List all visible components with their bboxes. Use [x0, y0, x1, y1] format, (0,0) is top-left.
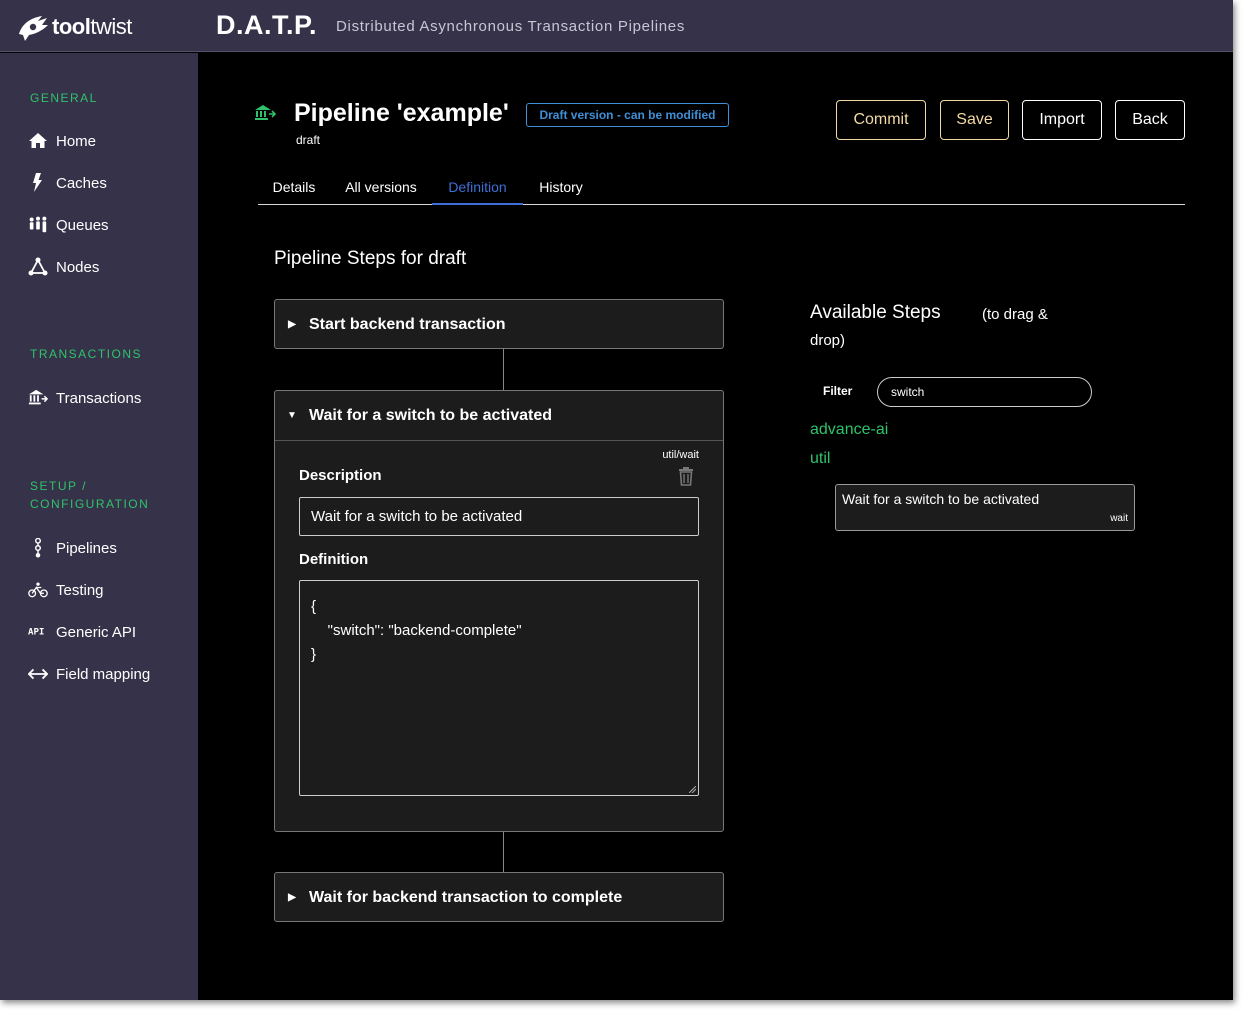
sidebar-item-testing[interactable]: Testing: [28, 580, 104, 600]
sidebar-item-pipelines[interactable]: Pipelines: [28, 538, 117, 558]
sidebar-item-label: Nodes: [56, 258, 100, 276]
sidebar-item-generic-api[interactable]: API Generic API: [28, 622, 136, 642]
home-icon: [28, 131, 52, 151]
app-window: tooltwist D.A.T.P. Distributed Asynchron…: [0, 0, 1233, 1000]
definition-text: { "switch": "backend-complete" }: [311, 598, 522, 663]
pipeline-steps-title: Pipeline Steps for draft: [274, 248, 467, 269]
bank-icon: [28, 388, 52, 408]
step-body: util/wait Description Wait for a switch …: [275, 440, 723, 831]
logo-text: tooltwist: [52, 14, 132, 40]
step-label: Wait for a switch to be activated: [309, 406, 553, 424]
page-title: Pipeline 'example': [294, 99, 509, 127]
lightning-icon: [28, 173, 52, 193]
tooltwist-logo[interactable]: tooltwist: [16, 12, 132, 42]
available-steps-title: Available Steps: [810, 302, 941, 323]
trash-icon[interactable]: [677, 466, 695, 486]
sidebar-item-caches[interactable]: Caches: [28, 173, 107, 193]
step-header[interactable]: ▶ Wait for backend transaction to comple…: [275, 873, 723, 922]
tab-history[interactable]: History: [528, 172, 594, 205]
sidebar-item-label: Caches: [56, 174, 107, 192]
tooltwist-logo-icon: [19, 16, 48, 41]
page-subtitle: draft: [296, 133, 321, 147]
sidebar-section-general: GENERAL: [30, 91, 98, 105]
sidebar-section-transactions: TRANSACTIONS: [30, 347, 143, 361]
step-label: Start backend transaction: [309, 315, 506, 333]
description-label: Description: [299, 467, 382, 484]
tab-definition[interactable]: Definition: [432, 172, 523, 205]
svg-text:API: API: [28, 628, 44, 638]
caret-down-icon: ▼: [287, 410, 297, 421]
logo-text-light: twist: [90, 14, 132, 39]
logo-text-bold: tool: [52, 14, 91, 39]
sidebar-item-label: Transactions: [56, 389, 142, 407]
available-step-label: Wait for a switch to be activated: [842, 491, 1040, 507]
available-steps-hint-cont: drop): [810, 332, 846, 349]
step-label: Wait for backend transaction to complete: [309, 888, 623, 906]
arrows-horizontal-icon: [28, 664, 52, 684]
top-bar: tooltwist D.A.T.P. Distributed Asynchron…: [0, 0, 1233, 52]
sidebar-item-nodes[interactable]: Nodes: [28, 257, 99, 277]
caret-right-icon: ▶: [288, 319, 296, 330]
available-step-card[interactable]: Wait for a switch to be activated wait: [835, 484, 1135, 531]
pipeline-bank-icon: [255, 105, 276, 120]
sidebar-item-transactions[interactable]: Transactions: [28, 388, 141, 408]
available-step-type: wait: [1110, 513, 1128, 524]
step-header[interactable]: ▼ Wait for a switch to be activated: [275, 391, 723, 440]
back-button[interactable]: Back: [1115, 100, 1185, 140]
step-connector: [503, 832, 504, 873]
sidebar-item-label: Queues: [56, 216, 109, 234]
app-subtitle: Distributed Asynchronous Transaction Pip…: [336, 18, 686, 35]
definition-label: Definition: [299, 551, 369, 568]
category-advance-ai[interactable]: advance-ai: [810, 421, 888, 439]
step-connector: [503, 349, 504, 390]
pipeline-step-expanded: ▼ Wait for a switch to be activated util…: [274, 390, 724, 832]
sidebar-section-setup-line1: SETUP /: [30, 479, 87, 493]
sidebar-item-queues[interactable]: Queues: [28, 215, 109, 235]
tab-details[interactable]: Details: [258, 172, 330, 205]
sidebar-item-label: Field mapping: [56, 665, 151, 683]
resize-grip-icon[interactable]: [689, 786, 696, 793]
pipeline-step: ▶ Start backend transaction: [274, 299, 724, 349]
sidebar-item-field-mapping[interactable]: Field mapping: [28, 664, 150, 684]
sidebar-section-setup-line2: CONFIGURATION: [30, 497, 150, 511]
sidebar-item-label: Home: [56, 132, 97, 150]
caret-right-icon: ▶: [288, 892, 296, 903]
tab-bar: Details All versions Definition History: [258, 172, 1185, 205]
pipeline-icon: [28, 538, 52, 558]
bicycle-icon: [28, 580, 52, 600]
import-button[interactable]: Import: [1022, 100, 1102, 140]
sidebar-item-label: Pipelines: [56, 539, 117, 557]
sidebar-item-label: Testing: [56, 581, 104, 599]
sidebar-item-home[interactable]: Home: [28, 131, 96, 151]
description-field[interactable]: Wait for a switch to be activated: [299, 497, 699, 536]
tab-all-versions[interactable]: All versions: [336, 172, 426, 205]
sidebar-section-setup: SETUP / CONFIGURATION: [30, 477, 149, 513]
status-badge: Draft version - can be modified: [526, 103, 729, 127]
definition-textarea[interactable]: { "switch": "backend-complete" }: [299, 580, 699, 796]
pipeline-step: ▶ Wait for backend transaction to comple…: [274, 872, 724, 922]
sidebar: GENERAL Home Caches Queues Nodes TRANSAC…: [0, 53, 198, 1000]
sidebar-item-label: Generic API: [56, 623, 137, 641]
available-steps-hint: (to drag &: [982, 306, 1048, 323]
app-title: D.A.T.P.: [216, 10, 318, 40]
save-button[interactable]: Save: [940, 100, 1009, 140]
category-util[interactable]: util: [810, 450, 830, 468]
step-header[interactable]: ▶ Start backend transaction: [275, 300, 723, 349]
people-queue-icon: [28, 215, 52, 235]
commit-button[interactable]: Commit: [836, 100, 926, 140]
step-type-label: util/wait: [662, 449, 699, 461]
filter-label: Filter: [823, 384, 853, 398]
api-icon: API: [28, 622, 52, 642]
filter-input[interactable]: switch: [877, 377, 1092, 407]
nodes-icon: [28, 257, 52, 277]
